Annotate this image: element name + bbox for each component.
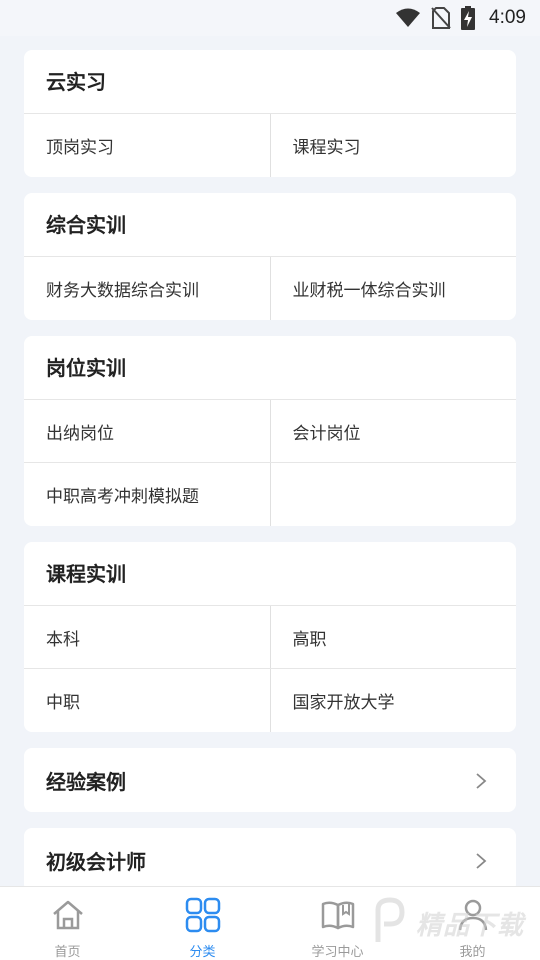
- link-title: 初级会计师: [46, 849, 146, 874]
- section-item[interactable]: 课程实习: [271, 114, 517, 177]
- nav-category-label: 分类: [189, 945, 216, 960]
- section-title: 岗位实训: [24, 336, 516, 400]
- watermark: 精品下载: [370, 888, 540, 958]
- section-item[interactable]: 本科: [24, 606, 271, 668]
- section-item[interactable]: 高职: [271, 606, 517, 668]
- section-item[interactable]: 中职: [24, 669, 271, 732]
- section-card: 课程实训 本科 高职 中职 国家开放大学: [24, 542, 516, 732]
- link-card[interactable]: 经验案例: [24, 748, 516, 812]
- section-title: 综合实训: [24, 193, 516, 257]
- wifi-icon: [395, 8, 421, 28]
- section-card: 岗位实训 出纳岗位 会计岗位 中职高考冲刺模拟题: [24, 336, 516, 526]
- section-item[interactable]: 国家开放大学: [271, 669, 517, 732]
- link-title: 经验案例: [46, 769, 126, 794]
- battery-charging-icon: [461, 6, 476, 30]
- section-list: 云实习 顶岗实习 课程实习 综合实训 财务大数据综合实训 业财税一体综合实训 岗位实训 出纳岗…: [24, 50, 516, 732]
- section-row: 中职 国家开放大学: [24, 669, 516, 732]
- section-item[interactable]: 业财税一体综合实训: [271, 257, 517, 320]
- watermark-text: 精品下载: [416, 910, 525, 941]
- section-row: 出纳岗位 会计岗位: [24, 400, 516, 463]
- section-item[interactable]: 出纳岗位: [24, 400, 271, 462]
- home-icon: [50, 897, 86, 937]
- category-content: 云实习 顶岗实习 课程实习 综合实训 财务大数据综合实训 业财税一体综合实训 岗位实训 出纳岗…: [24, 50, 516, 908]
- link-card[interactable]: 初级会计师: [24, 828, 516, 892]
- book-icon: [320, 897, 356, 937]
- section-title: 云实习: [24, 50, 516, 114]
- nav-category[interactable]: 分类: [135, 887, 270, 960]
- section-item[interactable]: 顶岗实习: [24, 114, 271, 177]
- status-time: 4:09: [489, 7, 526, 28]
- status-bar: 4:09: [0, 0, 540, 36]
- section-row: 顶岗实习 课程实习: [24, 114, 516, 177]
- nav-home-label: 首页: [54, 945, 81, 960]
- chevron-right-icon: [474, 773, 488, 789]
- section-row: 本科 高职: [24, 606, 516, 669]
- section-title: 课程实训: [24, 542, 516, 606]
- section-item[interactable]: 中职高考冲刺模拟题: [24, 463, 271, 526]
- section-item[interactable]: 财务大数据综合实训: [24, 257, 271, 320]
- no-sim-icon: [431, 7, 451, 29]
- link-list: 经验案例 初级会计师: [24, 748, 516, 892]
- empty-cell: [271, 463, 517, 526]
- grid-icon: [185, 897, 221, 937]
- chevron-right-icon: [474, 853, 488, 869]
- section-card: 云实习 顶岗实习 课程实习: [24, 50, 516, 177]
- watermark-logo-icon: [370, 896, 410, 950]
- section-row: 中职高考冲刺模拟题: [24, 463, 516, 526]
- section-card: 综合实训 财务大数据综合实训 业财税一体综合实训: [24, 193, 516, 320]
- section-item[interactable]: 会计岗位: [271, 400, 517, 462]
- section-row: 财务大数据综合实训 业财税一体综合实训: [24, 257, 516, 320]
- nav-home[interactable]: 首页: [0, 887, 135, 960]
- nav-learning-center-label: 学习中心: [311, 945, 364, 960]
